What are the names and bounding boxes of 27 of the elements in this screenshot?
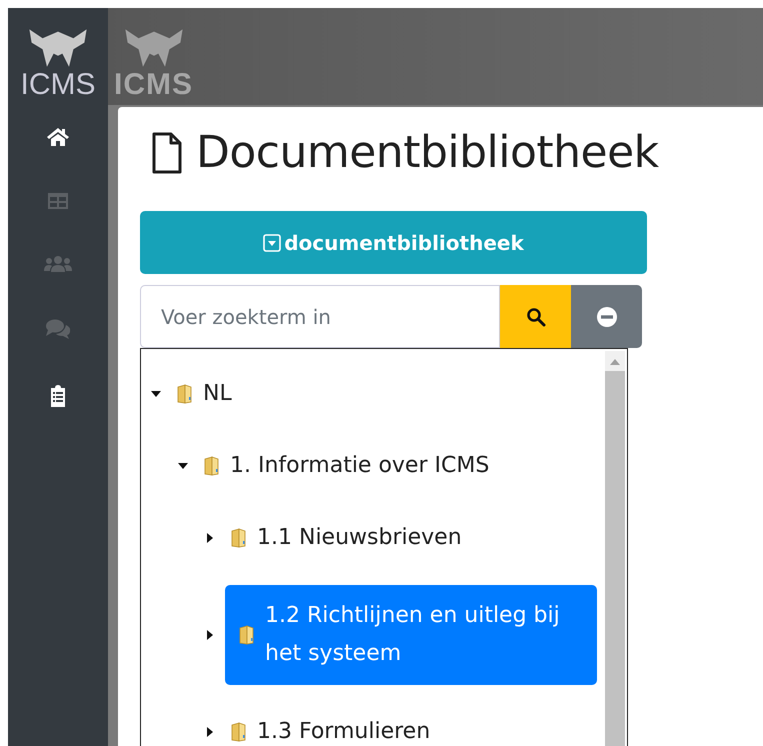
home-icon[interactable] (46, 127, 70, 147)
caret-icon[interactable] (205, 533, 215, 543)
caret-icon[interactable] (151, 389, 161, 399)
folder-icon (177, 384, 193, 404)
page-title: Documentbibliotheek (196, 127, 659, 178)
logo-text: ICMS (114, 69, 193, 101)
tree-item[interactable]: 1. Informatie over ICMS (198, 447, 496, 485)
logo-text: ICMS (20, 69, 96, 101)
folder-icon (204, 456, 220, 476)
folder-icon (231, 528, 247, 548)
caret-icon[interactable] (205, 630, 215, 640)
caret-icon[interactable] (205, 727, 215, 737)
tree-item[interactable]: 1.2 Richtlijnen en uitleg bij het systeem (225, 585, 597, 685)
search-icon (526, 306, 546, 326)
dropdown-icon (263, 234, 282, 252)
file-icon (152, 132, 182, 174)
folder-icon (239, 625, 255, 645)
folder-icon (231, 722, 247, 742)
clear-button[interactable] (571, 285, 642, 348)
tree-item[interactable]: NL (171, 375, 238, 413)
search-field[interactable]: Voer zoekterm in (140, 285, 500, 348)
caret-icon[interactable] (178, 461, 188, 471)
tree-item[interactable]: 1.3 Formulieren (225, 713, 436, 746)
search-button[interactable] (500, 285, 571, 348)
clipboard-icon[interactable] (50, 385, 66, 407)
tree-item[interactable]: 1.1 Nieuwsbrieven (225, 519, 468, 557)
minus-circle-icon (596, 306, 618, 328)
